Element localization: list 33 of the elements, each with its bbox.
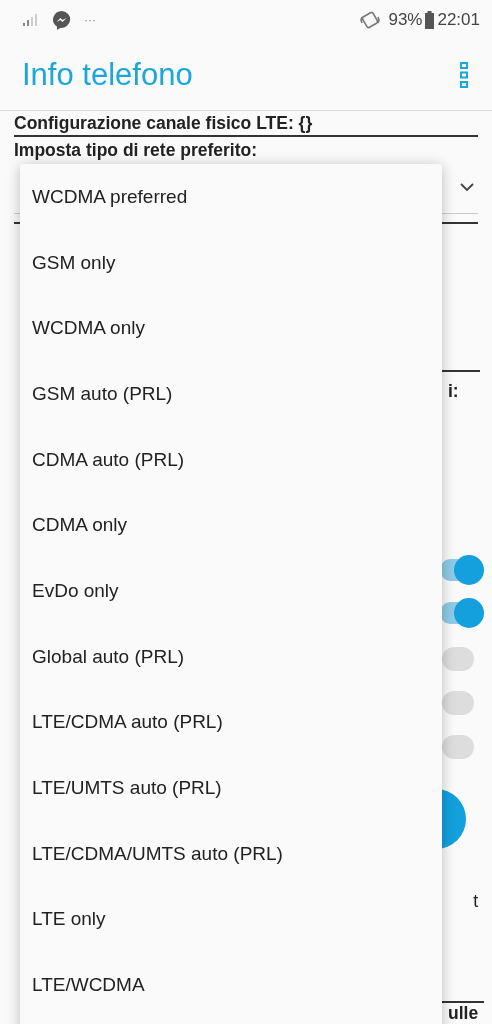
toggle-switch[interactable]	[442, 647, 474, 671]
network-option[interactable]: LTE only	[20, 886, 442, 953]
network-option[interactable]: Global auto (PRL)	[20, 623, 442, 690]
signal-icon	[22, 13, 40, 27]
network-option[interactable]: LTE/CDMA/UMTS auto (PRL)	[20, 820, 442, 887]
network-option[interactable]: EvDo only	[20, 558, 442, 624]
network-option[interactable]: CDMA only	[20, 492, 442, 559]
toggle-switch[interactable]	[442, 691, 474, 715]
network-option[interactable]: LTE/UMTS auto (PRL)	[20, 755, 442, 821]
messenger-icon	[52, 10, 72, 30]
network-option[interactable]: GSM only	[20, 229, 442, 296]
network-option[interactable]: WCDMA preferred	[20, 164, 442, 230]
more-options-icon[interactable]	[460, 62, 468, 88]
more-notifications-text: ···	[84, 13, 96, 27]
clock: 22:01	[437, 10, 480, 30]
network-option[interactable]: LTE/WCDMA	[20, 952, 442, 1018]
chevron-down-icon[interactable]	[460, 182, 474, 192]
network-option[interactable]: WCDMA only	[20, 295, 442, 362]
partial-label: t	[473, 890, 478, 912]
network-option[interactable]: LTE/CDMA auto (PRL)	[20, 689, 442, 756]
toggle-switch[interactable]	[440, 555, 484, 585]
battery-icon	[425, 11, 435, 29]
vibrate-icon	[359, 10, 382, 30]
network-option[interactable]: CDMA auto (PRL)	[20, 426, 442, 493]
lte-config-label: Configurazione canale fisico LTE: {}	[14, 111, 478, 137]
network-type-label: Imposta tipo di rete preferito:	[14, 139, 259, 161]
toggle-switch[interactable]	[440, 598, 484, 628]
partial-label: ulle	[448, 1003, 479, 1023]
partial-label: i:	[448, 380, 459, 402]
battery-percent: 93%	[388, 10, 423, 30]
app-title: Info telefono	[22, 57, 194, 93]
network-option[interactable]: GSM auto (PRL)	[20, 361, 442, 427]
toggle-switch[interactable]	[442, 735, 474, 759]
